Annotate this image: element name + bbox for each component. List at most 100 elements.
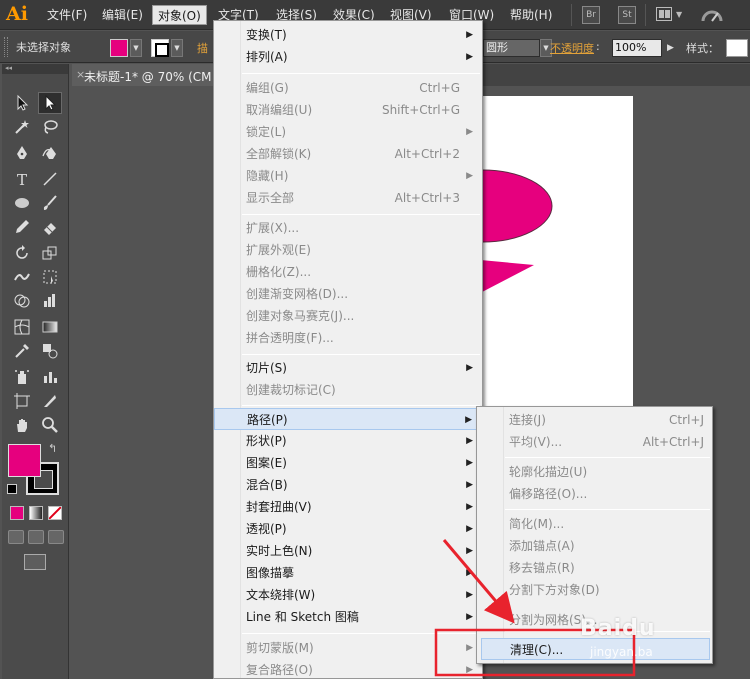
draw-normal-icon[interactable]	[8, 530, 24, 544]
hand-tool-icon[interactable]	[10, 414, 34, 436]
curvature-tool-icon[interactable]	[38, 142, 62, 164]
zoom-tool-icon[interactable]	[38, 414, 62, 436]
fill-color-box[interactable]	[8, 444, 41, 477]
fill-color-swatch[interactable]	[110, 39, 128, 57]
submenu-item-divide-objects-below[interactable]: 分割下方对象(D)	[477, 579, 712, 601]
submenu-item-join[interactable]: 连接(J) Ctrl+J	[477, 409, 712, 431]
menu-item-unlock-all[interactable]: 全部解锁(K) Alt+Ctrl+2	[214, 143, 482, 165]
fill-dropdown-arrow[interactable]: ▼	[130, 39, 142, 57]
blend-tool-icon[interactable]	[38, 340, 62, 362]
none-mode-button[interactable]	[48, 506, 62, 520]
shape-builder-tool-icon[interactable]	[10, 290, 34, 312]
chart-tool-icon[interactable]	[38, 290, 62, 312]
menu-item-blend[interactable]: 混合(B) ▶	[214, 474, 482, 496]
eraser-tool-icon[interactable]	[38, 216, 62, 238]
bridge-button[interactable]: Br	[582, 6, 600, 24]
screen-mode-icon[interactable]	[24, 554, 46, 570]
menu-object[interactable]: 对象(O)	[152, 5, 207, 25]
menu-help[interactable]: 帮助(H)	[505, 5, 557, 25]
width-tool-icon[interactable]	[10, 266, 34, 288]
artboard-tool-icon[interactable]	[10, 390, 34, 412]
menu-item-expand-appearance[interactable]: 扩展外观(E)	[214, 239, 482, 261]
submenu-item-offset-path[interactable]: 偏移路径(O)...	[477, 483, 712, 505]
menu-edit[interactable]: 编辑(E)	[97, 5, 148, 25]
stroke-dropdown-arrow[interactable]: ▼	[171, 39, 183, 57]
menu-separator	[242, 354, 480, 355]
draw-inside-icon[interactable]	[48, 530, 64, 544]
menu-item-image-trace[interactable]: 图像描摹 ▶	[214, 562, 482, 584]
menu-item-clipping-mask[interactable]: 剪切蒙版(M) ▶	[214, 637, 482, 659]
stroke-label[interactable]: 描	[197, 40, 208, 56]
swap-fill-stroke-icon[interactable]: ↰	[48, 442, 57, 455]
menu-item-text-wrap[interactable]: 文本绕排(W) ▶	[214, 584, 482, 606]
artboard[interactable]	[459, 96, 633, 411]
line-segment-tool-icon[interactable]	[38, 168, 62, 190]
menu-item-create-trim-marks[interactable]: 创建裁切标记(C)	[214, 379, 482, 401]
free-transform-tool-icon[interactable]	[38, 266, 62, 288]
slice-tool-icon[interactable]	[38, 390, 62, 412]
submenu-item-simplify[interactable]: 简化(M)...	[477, 513, 712, 535]
menu-item-path[interactable]: 路径(P) ▶	[214, 408, 482, 430]
brush-shape-field[interactable]: 圆形	[483, 39, 540, 57]
menu-item-line-and-sketch-art[interactable]: Line 和 Sketch 图稿 ▶	[214, 606, 482, 628]
stock-button[interactable]: St	[618, 6, 636, 24]
ellipse-tool-icon[interactable]	[10, 192, 34, 214]
chevron-down-icon[interactable]: ▼	[676, 10, 682, 19]
menu-item-envelope-distort[interactable]: 封套扭曲(V) ▶	[214, 496, 482, 518]
tools-panel-collapse-icon[interactable]: ◂◂	[2, 64, 68, 74]
menu-item-rasterize[interactable]: 栅格化(Z)...	[214, 261, 482, 283]
gradient-mode-button[interactable]	[29, 506, 43, 520]
opacity-input[interactable]: 100%	[612, 39, 662, 57]
menu-item-transform[interactable]: 变换(T) ▶	[214, 24, 482, 46]
menu-separator	[242, 73, 480, 74]
gpu-performance-icon[interactable]	[700, 6, 724, 24]
rotate-tool-icon[interactable]	[10, 242, 34, 264]
selection-tool-icon[interactable]	[10, 92, 34, 114]
menu-item-pattern[interactable]: 图案(E) ▶	[214, 452, 482, 474]
submenu-item-average[interactable]: 平均(V)... Alt+Ctrl+J	[477, 431, 712, 453]
pen-tool-icon[interactable]	[10, 142, 34, 164]
document-tab[interactable]: × 未标题-1* @ 70% (CM	[72, 64, 222, 86]
gradient-tool-icon[interactable]	[38, 316, 62, 338]
arrange-documents-icon[interactable]	[656, 7, 672, 21]
type-tool-icon[interactable]: T	[10, 168, 34, 190]
menu-item-shape[interactable]: 形状(P) ▶	[214, 430, 482, 452]
column-graph-tool-icon[interactable]	[38, 366, 62, 388]
mesh-tool-icon[interactable]	[10, 316, 34, 338]
magic-wand-tool-icon[interactable]	[10, 116, 34, 138]
menu-item-show-all[interactable]: 显示全部 Alt+Ctrl+3	[214, 187, 482, 209]
menu-item-live-paint[interactable]: 实时上色(N) ▶	[214, 540, 482, 562]
lasso-tool-icon[interactable]	[38, 116, 62, 138]
menu-item-compound-path[interactable]: 复合路径(O) ▶	[214, 659, 482, 679]
default-fill-stroke-icon[interactable]	[7, 484, 17, 494]
menu-item-perspective[interactable]: 透视(P) ▶	[214, 518, 482, 540]
submenu-item-add-anchor-points[interactable]: 添加锚点(A)	[477, 535, 712, 557]
eyedropper-tool-icon[interactable]	[10, 340, 34, 362]
graphic-style-swatch[interactable]	[726, 39, 748, 57]
menu-item-flatten-transparency[interactable]: 拼合透明度(F)...	[214, 327, 482, 349]
stroke-color-swatch[interactable]	[151, 39, 169, 57]
menu-item-lock[interactable]: 锁定(L) ▶	[214, 121, 482, 143]
pencil-tool-icon[interactable]	[10, 216, 34, 238]
submenu-item-remove-anchor-points[interactable]: 移去锚点(R)	[477, 557, 712, 579]
scale-tool-icon[interactable]	[38, 242, 62, 264]
menu-item-expand[interactable]: 扩展(X)...	[214, 217, 482, 239]
menu-item-group[interactable]: 编组(G) Ctrl+G	[214, 77, 482, 99]
submenu-item-outline-stroke[interactable]: 轮廓化描边(U)	[477, 461, 712, 483]
menu-item-create-object-mosaic[interactable]: 创建对象马赛克(J)...	[214, 305, 482, 327]
panel-grip[interactable]	[4, 37, 8, 57]
menu-item-hide[interactable]: 隐藏(H) ▶	[214, 165, 482, 187]
color-mode-button[interactable]	[10, 506, 24, 520]
symbol-sprayer-tool-icon[interactable]	[10, 366, 34, 388]
opacity-label[interactable]: 不透明度	[550, 40, 594, 56]
artwork-shapes[interactable]	[459, 96, 633, 411]
menu-file[interactable]: 文件(F)	[42, 5, 92, 25]
paintbrush-tool-icon[interactable]	[38, 192, 62, 214]
menu-item-create-gradient-mesh[interactable]: 创建渐变网格(D)...	[214, 283, 482, 305]
draw-behind-icon[interactable]	[28, 530, 44, 544]
opacity-arrow-icon[interactable]: ▶	[667, 43, 674, 53]
menu-item-slice[interactable]: 切片(S) ▶	[214, 357, 482, 379]
menu-item-ungroup[interactable]: 取消编组(U) Shift+Ctrl+G	[214, 99, 482, 121]
direct-selection-tool-icon[interactable]	[38, 92, 62, 114]
menu-item-arrange[interactable]: 排列(A) ▶	[214, 46, 482, 68]
